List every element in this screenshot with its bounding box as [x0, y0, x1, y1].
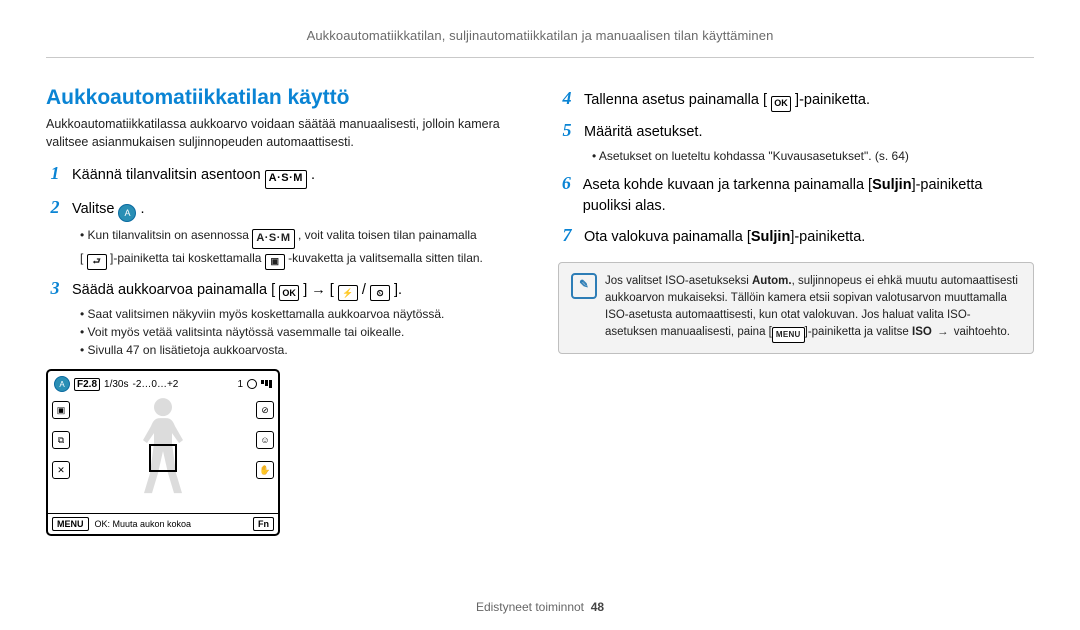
focus-frame-icon: [149, 444, 177, 472]
step-number: 2: [46, 197, 64, 218]
note-icon: ✎: [571, 273, 597, 299]
mode-tile-icon: ▣: [265, 254, 285, 270]
note-box: ✎ Jos valitset ISO-asetukseksi Autom., s…: [558, 262, 1034, 355]
mode-dial-asm-icon: A·S·M: [265, 170, 307, 189]
step-5-bullets: Asetukset on lueteltu kohdassa "Kuvausas…: [592, 147, 1034, 165]
off-icon: ✕: [52, 461, 70, 479]
stabilizer-icon: ✋: [256, 461, 274, 479]
strong: ISO: [912, 326, 932, 338]
hint-text: OK: Muuta aukon kokoa: [95, 519, 248, 529]
step2-post: .: [141, 201, 145, 217]
text: ].: [394, 282, 402, 298]
text: ] → [: [303, 282, 334, 298]
camera-lcd-preview: A F2.8 1/30s -2…0…+2 1 ▣ ⧉ ✕ ⊘: [46, 369, 280, 536]
strong: Autom.: [752, 275, 792, 287]
right-column: 4 Tallenna asetus painamalla [ OK ]-pain…: [558, 80, 1034, 536]
flash-icon: ⚡: [338, 285, 358, 301]
step-number: 7: [558, 225, 576, 246]
divider: [46, 57, 1034, 58]
step-number: 3: [46, 278, 64, 299]
step-2-bullets: Kun tilanvalitsin on asennossa A·S·M , v…: [80, 226, 522, 269]
page-number: 48: [591, 600, 604, 614]
step-2: 2 Valitse A .: [46, 197, 522, 223]
lcd-hintbar: MENU OK: Muuta aukon kokoa Fn: [48, 513, 278, 534]
aperture-mode-icon: A: [118, 204, 136, 222]
left-column: Aukkoautomatiikkatilan käyttö Aukkoautom…: [46, 80, 522, 536]
battery-icon: [261, 380, 272, 388]
lcd-topbar: A F2.8 1/30s -2…0…+2 1: [48, 371, 278, 393]
back-icon: ⮐: [87, 254, 107, 270]
text: vaihtoehto.: [954, 326, 1010, 338]
text: Kun tilanvalitsin on asennossa: [88, 228, 253, 242]
list-item: Voit myös vetää valitsinta näytössä vase…: [80, 323, 522, 341]
list-item: Saat valitsimen näkyviin myös koskettama…: [80, 305, 522, 323]
step-number: 6: [558, 173, 575, 194]
face-icon: ☺: [256, 431, 274, 449]
aperture-mode-icon: A: [54, 376, 70, 392]
mode-dial-asm-icon: A·S·M: [252, 229, 294, 249]
step-1: 1 Käännä tilanvalitsin asentoon A·S·M .: [46, 163, 522, 189]
storage-icon: [247, 379, 257, 389]
footer-text: Edistyneet toiminnot: [476, 600, 584, 614]
text: Määritä asetukset.: [584, 122, 702, 143]
step-4: 4 Tallenna asetus painamalla [ OK ]-pain…: [558, 88, 1034, 112]
section-title: Aukkoautomatiikkatilan käyttö: [46, 86, 522, 110]
text: Ota valokuva painamalla [: [584, 229, 751, 245]
step-number: 5: [558, 120, 576, 141]
step2-pre: Valitse: [72, 201, 118, 217]
list-item: Kun tilanvalitsin on asennossa A·S·M , v…: [80, 226, 522, 269]
f-stop-value: F2.8: [74, 378, 100, 391]
arrow-icon: →: [932, 326, 954, 338]
ok-icon: OK: [279, 285, 299, 301]
text: ]-painiketta ja valitse: [805, 326, 912, 338]
text: Säädä aukkoarvoa painamalla [: [72, 282, 275, 298]
text: ]-painiketta.: [790, 229, 865, 245]
ok-icon: OK: [771, 96, 791, 112]
flash-off-icon: ⊘: [256, 401, 274, 419]
page-footer: Edistyneet toiminnot 48: [0, 600, 1080, 614]
text: Jos valitset ISO-asetukseksi: [605, 275, 752, 287]
step1-pre: Käännä tilanvalitsin asentoon: [72, 167, 265, 183]
shutter-strong: Suljin: [872, 177, 911, 193]
text: ]-painiketta tai koskettamalla: [110, 251, 265, 265]
timer-icon: ⏲: [370, 285, 390, 301]
step1-post: .: [311, 167, 315, 183]
text: /: [362, 282, 366, 298]
content-columns: Aukkoautomatiikkatilan käyttö Aukkoautom…: [46, 80, 1034, 536]
shutter-value: 1/30s: [104, 379, 128, 390]
fn-button-label: Fn: [253, 517, 274, 531]
text: ]-painiketta.: [795, 92, 870, 108]
drive-icon: ▣: [52, 401, 70, 419]
list-item: Sivulla 47 on lisätietoja aukkoarvosta.: [80, 341, 522, 359]
step-5: 5 Määritä asetukset.: [558, 120, 1034, 143]
breadcrumb: Aukkoautomatiikkatilan, suljinautomatiik…: [46, 28, 1034, 43]
menu-icon: MENU: [772, 327, 805, 343]
note-text: Jos valitset ISO-asetukseksi Autom., sul…: [605, 273, 1021, 344]
step-number: 4: [558, 88, 576, 109]
step-number: 1: [46, 163, 64, 184]
intro-text: Aukkoautomatiikkatilassa aukkoarvo voida…: [46, 116, 522, 151]
shots-remaining: 1: [237, 379, 243, 390]
step-6: 6 Aseta kohde kuvaan ja tarkenna painama…: [558, 173, 1034, 217]
lcd-liveview: ▣ ⧉ ✕ ⊘ ☺ ✋: [48, 393, 278, 513]
text: [: [80, 251, 83, 265]
text: -kuvaketta ja valitsemalla sitten tilan.: [288, 251, 483, 265]
shutter-strong: Suljin: [751, 229, 790, 245]
step-7: 7 Ota valokuva painamalla [Suljin]-paini…: [558, 225, 1034, 248]
text: Tallenna asetus painamalla [: [584, 92, 767, 108]
step-3: 3 Säädä aukkoarvoa painamalla [ OK ] → […: [46, 278, 522, 302]
step-3-bullets: Saat valitsimen näkyviin myös koskettama…: [80, 305, 522, 359]
text: Aseta kohde kuvaan ja tarkenna painamall…: [583, 177, 872, 193]
menu-button-label: MENU: [52, 517, 89, 531]
list-item: Asetukset on lueteltu kohdassa "Kuvausas…: [592, 147, 1034, 165]
ev-scale: -2…0…+2: [132, 379, 178, 390]
burst-icon: ⧉: [52, 431, 70, 449]
text: , voit valita toisen tilan painamalla: [298, 228, 477, 242]
